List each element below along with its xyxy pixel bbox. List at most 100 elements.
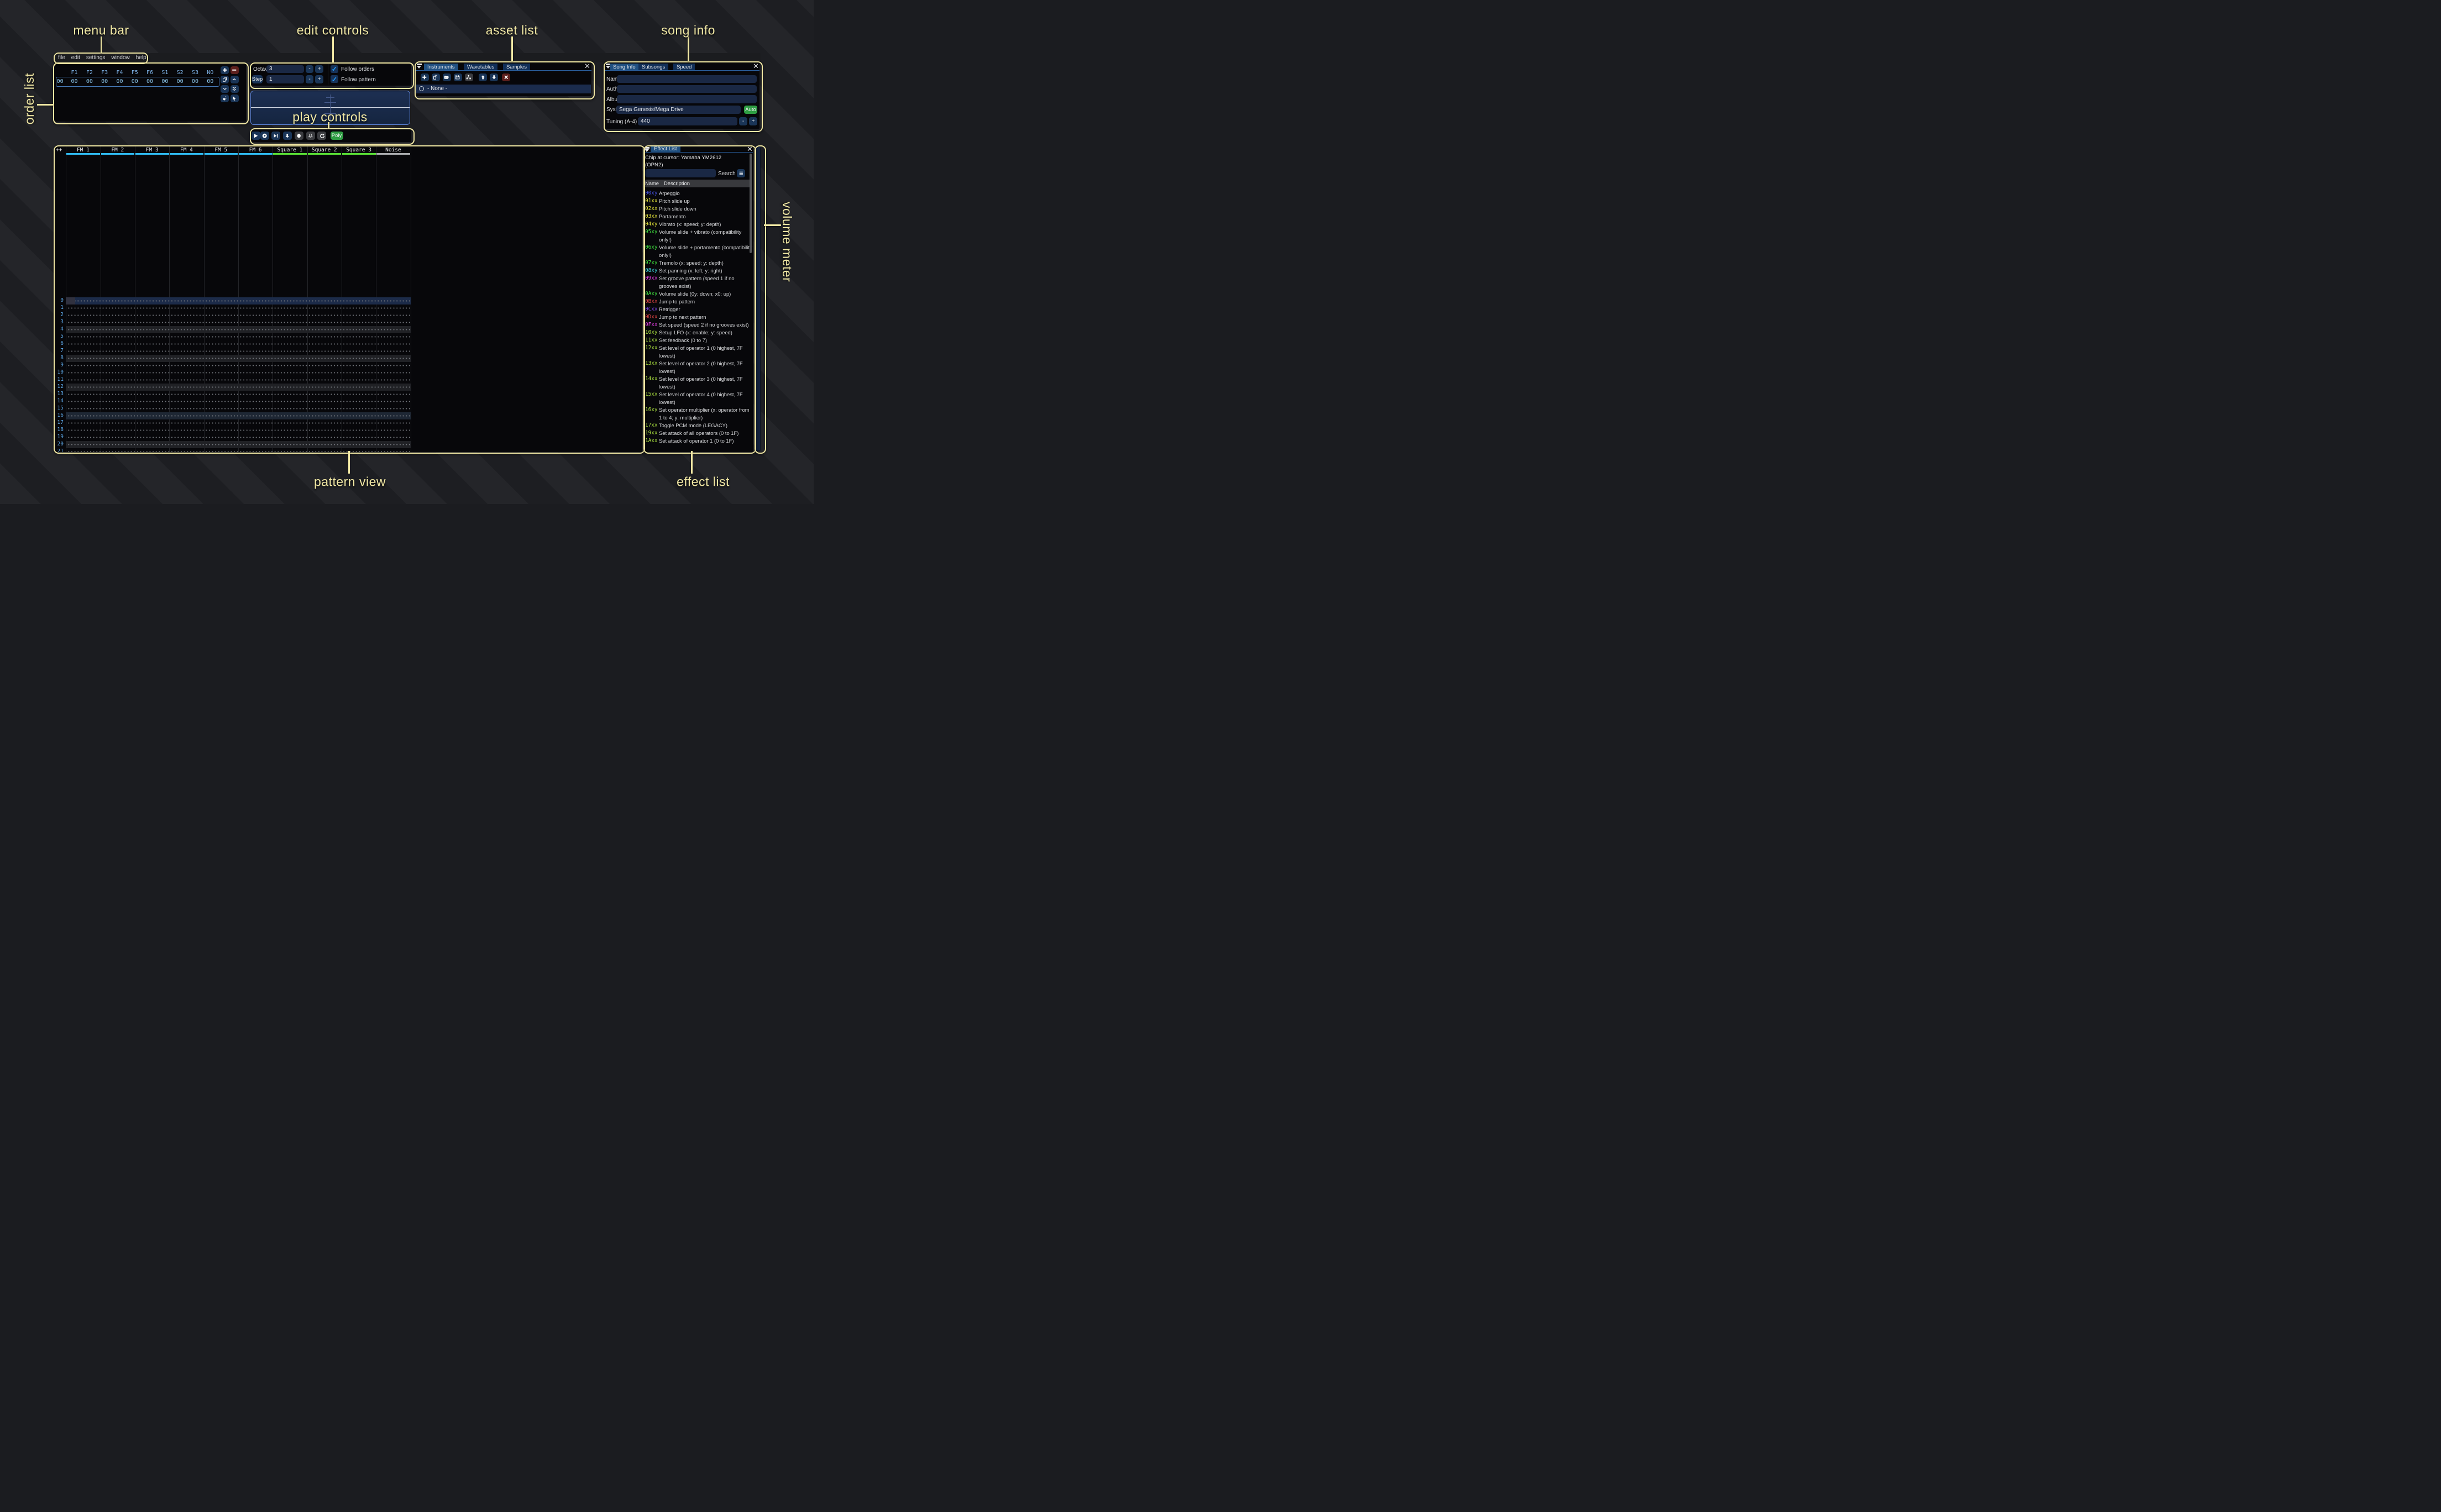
system-select[interactable]: Sega Genesis/Mega Drive [616,106,741,114]
effect-row[interactable]: 0FxxSet speed (speed 2 if no grooves exi… [645,321,752,329]
pattern-row[interactable]: 17 [55,419,411,427]
close-icon[interactable]: ✕ [584,64,590,69]
effect-row[interactable]: 0BxxJump to pattern [645,298,752,306]
octave-increase-button[interactable]: + [315,65,323,74]
deep-clone-order-button[interactable] [221,95,229,102]
pattern-row[interactable]: 19 [55,434,411,441]
effect-row[interactable]: 17xxToggle PCM mode (LEGACY) [645,422,752,429]
pattern-row-cells[interactable] [66,398,411,405]
pattern-row-cells[interactable] [66,434,411,441]
channel-header-square-1[interactable]: Square 1 [273,147,307,153]
name-input[interactable] [617,75,757,83]
pattern-row-cells[interactable] [66,412,411,419]
close-icon[interactable]: ✕ [753,64,759,69]
asset-list-item[interactable]: - None - [416,85,591,93]
pattern-row-cells[interactable] [66,376,411,384]
collapse-panel-icon[interactable] [645,147,649,152]
save-instrument-button[interactable] [454,74,462,81]
instrument-folders-button[interactable] [465,74,473,81]
channel-header-fm-6[interactable]: FM 6 [238,147,273,153]
effect-row[interactable]: 19xxSet attack of all operators (0 to 1F… [645,429,752,437]
effect-row[interactable]: 13xxSet level of operator 2 (0 highest, … [645,360,752,375]
tab-effect-list[interactable]: Effect List [651,146,680,152]
pattern-row[interactable]: 9 [55,362,411,369]
effect-row[interactable]: 15xxSet level of operator 4 (0 highest, … [645,391,752,406]
pattern-row-cells[interactable] [66,384,411,391]
pattern-row-cells[interactable] [66,441,411,448]
pattern-row-cells[interactable] [66,369,411,376]
channel-header-noise[interactable]: Noise [376,147,410,153]
close-icon[interactable]: ✕ [747,147,753,151]
move-order-down-button[interactable] [221,85,229,93]
order-cell[interactable]: 00 [67,78,82,85]
order-cell[interactable]: 00 [82,78,97,85]
move-instrument-up-button[interactable] [479,74,487,81]
channel-header-fm-4[interactable]: FM 4 [169,147,203,153]
tab-subsongs[interactable]: Subsongs [638,64,668,70]
add-instrument-button[interactable] [421,74,429,81]
step-increase-button[interactable]: + [315,75,323,83]
channel-header-fm-1[interactable]: FM 1 [66,147,100,153]
pattern-corner-buttons[interactable]: ++ [56,147,62,153]
author-input[interactable] [617,85,757,93]
octave-decrease-button[interactable]: - [306,65,313,74]
add-order-button[interactable] [221,66,229,74]
effect-search-input[interactable] [645,169,716,177]
duplicate-instrument-button[interactable] [432,74,440,81]
menu-item-help[interactable]: help [136,55,146,61]
pattern-row[interactable]: 15 [55,405,411,412]
effect-row[interactable]: 07xyTremolo (x: speed; y: depth) [645,259,752,267]
pattern-row[interactable]: 8 [55,355,411,362]
pattern-row[interactable]: 13 [55,391,411,398]
collapse-panel-icon[interactable] [417,64,422,69]
open-instrument-button[interactable] [443,74,451,81]
order-cell[interactable]: 00 [158,78,172,85]
delete-instrument-button[interactable] [502,74,510,81]
tuning-input[interactable]: 440 [638,117,737,125]
pattern-row-cells[interactable] [66,427,411,434]
effect-row[interactable]: 03xxPortamento [645,213,752,221]
effect-row[interactable]: 10xySetup LFO (x: enable; y: speed) [645,329,752,337]
order-cell[interactable]: 00 [187,78,202,85]
pattern-row[interactable]: 3 [55,319,411,326]
effect-row[interactable]: 04xyVibrato (x: speed; y: depth) [645,221,752,228]
channel-header-fm-5[interactable]: FM 5 [204,147,238,153]
pattern-row-cells[interactable] [66,319,411,326]
pattern-row[interactable]: 21 [55,448,411,452]
pattern-row-cells[interactable] [66,326,411,333]
duplicate-order-to-end-button[interactable] [231,85,239,93]
channel-header-fm-2[interactable]: FM 2 [101,147,135,153]
pattern-row[interactable]: 14 [55,398,411,405]
follow-orders-checkbox[interactable]: ✓ [331,65,338,73]
effect-row[interactable]: 01xxPitch slide up [645,197,752,205]
step-button[interactable]: Step [252,75,263,83]
pattern-row-cells[interactable] [66,362,411,369]
order-cell[interactable]: 00 [127,78,142,85]
effect-row[interactable]: 0DxxJump to next pattern [645,313,752,321]
scrollbar[interactable] [750,154,752,253]
effect-row[interactable]: 0CxxRetrigger [645,306,752,313]
duplicate-order-button[interactable] [221,76,229,83]
pattern-row-cells[interactable] [66,297,411,305]
play-button[interactable] [252,132,260,140]
effect-row[interactable]: 06xyVolume slide + portamento (compatibi… [645,244,752,259]
pattern-row-cells[interactable] [66,419,411,427]
pattern-row[interactable]: 1 [55,305,411,312]
step-input[interactable]: 1 [266,75,304,83]
effect-row[interactable]: 00xyArpeggio [645,190,752,197]
pattern-row[interactable]: 2 [55,312,411,319]
pattern-row-cells[interactable] [66,312,411,319]
octave-input[interactable]: 3 [266,65,304,74]
order-cell[interactable]: 00 [97,78,112,85]
pattern-cursor-cell[interactable] [66,297,75,305]
search-options-button[interactable] [737,169,745,177]
remove-order-button[interactable] [231,66,239,74]
channel-header-square-2[interactable]: Square 2 [307,147,342,153]
menu-item-file[interactable]: file [58,55,65,61]
edit-step-button[interactable] [283,132,292,140]
pattern-row[interactable]: 10 [55,369,411,376]
effect-row[interactable]: 09xxSet groove pattern (speed 1 if no gr… [645,275,752,290]
tuning-increase-button[interactable]: + [749,117,757,125]
tab-song-info[interactable]: Song Info [610,64,639,70]
effect-table-header[interactable]: Name Description [644,180,750,187]
